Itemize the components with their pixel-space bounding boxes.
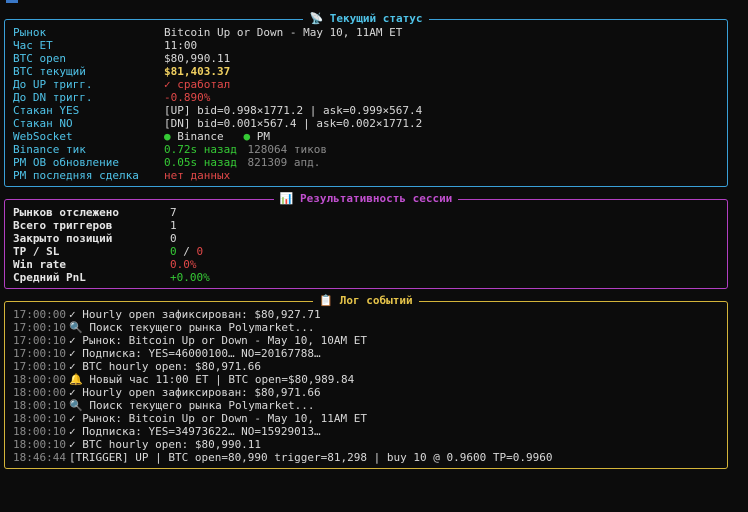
pm-label: PM bbox=[256, 130, 270, 143]
status-label: PM OB обновление bbox=[13, 156, 119, 169]
log-message: 🔍 Поиск текущего рынка Polymarket... bbox=[69, 399, 315, 412]
binance-label: Binance bbox=[177, 130, 224, 143]
status-value-market: Bitcoin Up or Down - May 10, 11AM ET bbox=[164, 26, 403, 39]
perf-label: Рынков отслежено bbox=[13, 206, 119, 219]
status-panel-title: 📡 Текущий статус bbox=[5, 12, 727, 26]
tp-sl-separator: / bbox=[176, 245, 197, 258]
log-timestamp: 18:00:00 bbox=[13, 373, 66, 386]
log-timestamp: 18:00:00 bbox=[13, 386, 66, 399]
log-message: 🔔 Новый час 11:00 ET | BTC open=$80,989.… bbox=[69, 373, 355, 386]
log-timestamp: 18:00:10 bbox=[13, 425, 66, 438]
performance-panel: 📊 Результативность сессии Рынков отслеже… bbox=[4, 192, 728, 289]
status-label: PM последняя сделка bbox=[13, 169, 139, 182]
perf-value-tp-sl: 0 / 0 bbox=[170, 245, 203, 258]
window-accent-mark bbox=[6, 0, 18, 3]
tp-count: 0 bbox=[170, 245, 177, 258]
log-message: ✓ BTC hourly open: $80,990.11 bbox=[69, 438, 262, 451]
log-message: ✓ Рынок: Bitcoin Up or Down - May 10, 10… bbox=[69, 334, 368, 347]
perf-label: Win rate bbox=[13, 258, 66, 271]
log-message: ✓ BTC hourly open: $80,971.66 bbox=[69, 360, 262, 373]
status-value-pm-last-trade: нет данных bbox=[164, 169, 231, 182]
log-timestamp: 18:00:10 bbox=[13, 399, 66, 412]
status-value-hour: 11:00 bbox=[164, 39, 198, 52]
binance-status-dot-icon: ● bbox=[164, 130, 171, 143]
status-label: Binance тик bbox=[13, 143, 86, 156]
status-value-pm-ob: 0.05s назад 821309 апд. bbox=[164, 156, 320, 169]
status-value-book-no: [DN] bid=0.001×567.4 | ask=0.002×1771.2 bbox=[164, 117, 423, 130]
perf-label: Закрыто позиций bbox=[13, 232, 113, 245]
perf-value-pnl: +0.00% bbox=[170, 271, 210, 284]
perf-label: Средний PnL bbox=[13, 271, 86, 284]
log-message: 🔍 Поиск текущего рынка Polymarket... bbox=[69, 321, 315, 334]
status-label: Стакан YES bbox=[13, 104, 80, 117]
perf-label: TP / SL bbox=[13, 245, 60, 258]
log-timestamp: 18:46:44 bbox=[13, 451, 66, 464]
status-value-book-yes: [UP] bid=0.998×1771.2 | ask=0.999×567.4 bbox=[164, 104, 423, 117]
perf-value-closed: 0 bbox=[170, 232, 177, 245]
log-timestamp: 17:00:10 bbox=[13, 347, 66, 360]
log-timestamp: 18:00:10 bbox=[13, 412, 66, 425]
perf-label: Всего триггеров bbox=[13, 219, 113, 232]
log-timestamp: 17:00:10 bbox=[13, 334, 66, 347]
binance-tick-ago: 0.72s назад bbox=[164, 143, 237, 156]
status-label: До UP тригг. bbox=[13, 78, 93, 91]
pm-ob-count: 821309 апд. bbox=[247, 156, 321, 169]
log-timestamp: 18:00:10 bbox=[13, 438, 66, 451]
status-value-dn-trigger: -0.890% bbox=[164, 91, 211, 104]
status-label: Стакан NO bbox=[13, 117, 73, 130]
status-panel: 📡 Текущий статус Рынок Bitcoin Up or Dow… bbox=[4, 12, 728, 187]
window-top-strip bbox=[0, 0, 748, 6]
status-value-up-trigger: ✓ сработал bbox=[164, 78, 231, 91]
status-label: Час ET bbox=[13, 39, 53, 52]
pm-status-dot-icon: ● bbox=[243, 130, 251, 143]
status-value-btc-open: $80,990.11 bbox=[164, 52, 231, 65]
perf-value-winrate: 0.0% bbox=[170, 258, 197, 271]
performance-panel-title: 📊 Результативность сессии bbox=[5, 192, 727, 206]
status-value-binance-tick: 0.72s назад 128064 тиков bbox=[164, 143, 327, 156]
status-label: Рынок bbox=[13, 26, 47, 39]
log-message: ✓ Подписка: YES=34973622… NO=15929013… bbox=[69, 425, 321, 438]
binance-tick-count: 128064 тиков bbox=[247, 143, 327, 156]
sl-count: 0 bbox=[196, 245, 204, 258]
status-label: BTC текущий bbox=[13, 65, 86, 78]
log-timestamp: 17:00:00 bbox=[13, 308, 66, 321]
log-message: ✓ Рынок: Bitcoin Up or Down - May 10, 11… bbox=[69, 412, 368, 425]
event-log-panel-title: 📋 Лог событий bbox=[5, 294, 727, 308]
perf-value-markets: 7 bbox=[170, 206, 177, 219]
status-label: BTC open bbox=[13, 52, 66, 65]
pm-ob-ago: 0.05s назад bbox=[164, 156, 237, 169]
status-label: WebSocket bbox=[13, 130, 73, 143]
log-timestamp: 17:00:10 bbox=[13, 360, 66, 373]
log-message: ✓ Подписка: YES=46000100… NO=20167788… bbox=[69, 347, 321, 360]
event-log-panel: 📋 Лог событий 17:00:00 ✓ Hourly open заф… bbox=[4, 294, 728, 469]
log-message: [TRIGGER] UP | BTC open=80,990 trigger=8… bbox=[69, 451, 553, 464]
status-value-btc-current: $81,403.37 bbox=[164, 65, 231, 78]
log-timestamp: 17:00:10 bbox=[13, 321, 66, 334]
log-message: ✓ Hourly open зафиксирован: $80,927.71 bbox=[69, 308, 321, 321]
log-message: ✓ Hourly open зафиксирован: $80,971.66 bbox=[69, 386, 321, 399]
status-value-websocket: ● Binance ● PM bbox=[164, 130, 270, 143]
perf-value-triggers: 1 bbox=[170, 219, 177, 232]
status-label: До DN тригг. bbox=[13, 91, 93, 104]
